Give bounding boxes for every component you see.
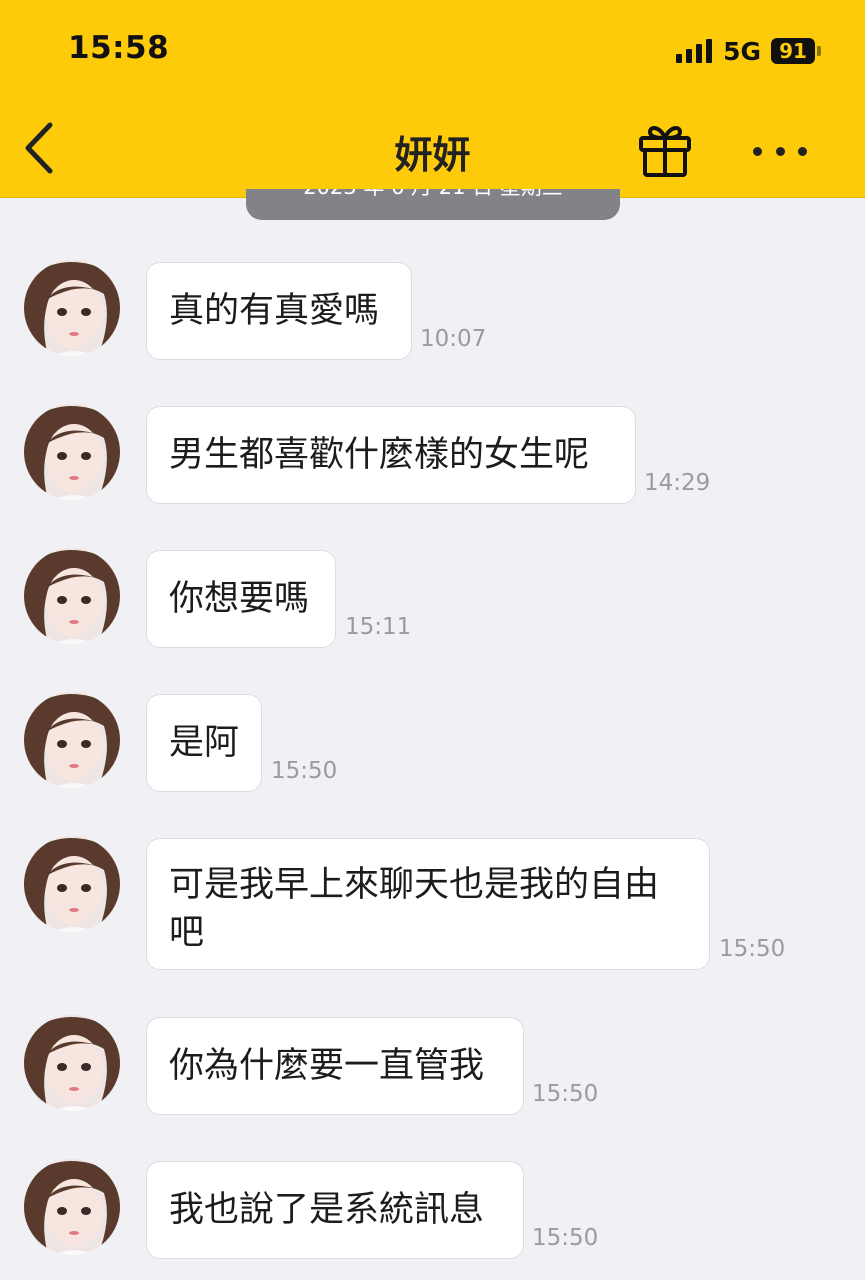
- battery-icon: 91: [771, 38, 821, 64]
- message-row: 男生都喜歡什麼樣的女生呢 14:29: [0, 404, 865, 506]
- status-indicators: 5G 91: [676, 36, 821, 66]
- message-time: 15:50: [719, 936, 786, 962]
- status-time: 15:58: [68, 30, 170, 66]
- message-text: 你想要嗎: [169, 579, 310, 619]
- message-row: 可是我早上來聊天也是我的自由吧 15:50: [0, 836, 865, 972]
- battery-level: 91: [771, 38, 815, 64]
- message-bubble[interactable]: 我也說了是系統訊息: [146, 1161, 524, 1259]
- message-bubble[interactable]: 你想要嗎: [146, 550, 336, 648]
- avatar[interactable]: [24, 692, 120, 788]
- avatar[interactable]: [24, 1159, 120, 1255]
- message-row: 我也說了是系統訊息 15:50: [0, 1159, 865, 1261]
- avatar[interactable]: [24, 404, 120, 500]
- message-row: 真的有真愛嗎 10:07: [0, 260, 865, 362]
- message-row: 是阿 15:50: [0, 692, 865, 794]
- date-divider: 2023 年 6 月 21 日 星期三: [246, 189, 620, 220]
- message-text: 可是我早上來聊天也是我的自由吧: [169, 865, 660, 953]
- message-row: 你為什麼要一直管我 15:50: [0, 1015, 865, 1117]
- message-time: 15:50: [532, 1081, 599, 1107]
- message-bubble[interactable]: 可是我早上來聊天也是我的自由吧: [146, 838, 710, 970]
- message-text: 是阿: [169, 723, 240, 763]
- avatar[interactable]: [24, 548, 120, 644]
- signal-icon: [676, 39, 713, 63]
- message-bubble[interactable]: 是阿: [146, 694, 262, 792]
- more-dots-icon: [753, 146, 762, 156]
- message-text: 你為什麼要一直管我: [169, 1046, 485, 1086]
- message-bubble[interactable]: 真的有真愛嗎: [146, 262, 412, 360]
- avatar[interactable]: [24, 836, 120, 932]
- message-time: 14:29: [644, 470, 711, 496]
- more-button[interactable]: [753, 141, 807, 161]
- message-text: 真的有真愛嗎: [169, 291, 380, 331]
- avatar[interactable]: [24, 260, 120, 356]
- chat-title: 妍妍: [394, 133, 471, 177]
- message-text: 男生都喜歡什麼樣的女生呢: [169, 435, 590, 475]
- chat-header: 15:58 5G 91 妍妍: [0, 0, 865, 198]
- avatar[interactable]: [24, 1015, 120, 1111]
- message-time: 10:07: [420, 326, 487, 352]
- gift-button[interactable]: [636, 121, 694, 179]
- message-bubble[interactable]: 你為什麼要一直管我: [146, 1017, 524, 1115]
- message-bubble[interactable]: 男生都喜歡什麼樣的女生呢: [146, 406, 636, 504]
- message-time: 15:50: [532, 1225, 599, 1251]
- message-time: 15:11: [345, 614, 412, 640]
- gift-icon: [639, 126, 691, 177]
- message-text: 我也說了是系統訊息: [169, 1190, 485, 1230]
- message-time: 15:50: [271, 758, 338, 784]
- network-type: 5G: [723, 36, 761, 66]
- message-row: 你想要嗎 15:11: [0, 548, 865, 650]
